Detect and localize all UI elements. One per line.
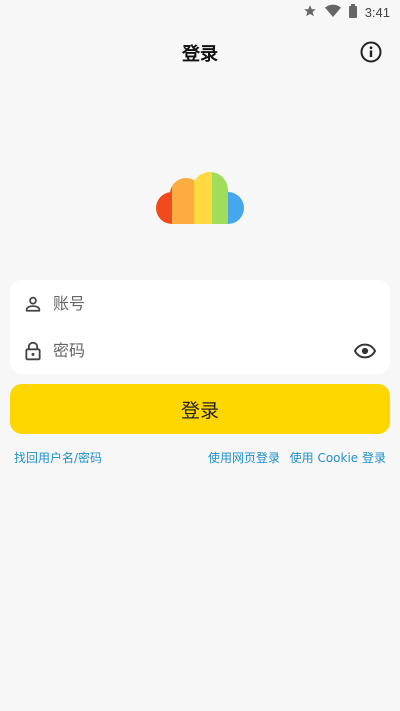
password-input[interactable] bbox=[53, 335, 354, 366]
status-time: 3:41 bbox=[364, 4, 390, 20]
toggle-password-visibility-button[interactable] bbox=[354, 340, 376, 362]
app-logo bbox=[156, 172, 244, 228]
account-row bbox=[10, 280, 390, 327]
star-icon bbox=[303, 3, 317, 22]
web-login-link[interactable]: 使用网页登录 bbox=[208, 449, 280, 466]
status-bar: 3:41 bbox=[0, 0, 400, 24]
lock-icon bbox=[23, 341, 43, 361]
login-options: 找回用户名/密码 使用网页登录 使用 Cookie 登录 bbox=[14, 449, 386, 465]
info-icon bbox=[360, 41, 382, 63]
recover-account-link[interactable]: 找回用户名/密码 bbox=[14, 449, 102, 466]
cookie-login-link[interactable]: 使用 Cookie 登录 bbox=[290, 449, 386, 466]
info-button[interactable] bbox=[360, 41, 382, 63]
eye-icon bbox=[354, 343, 376, 358]
login-button[interactable]: 登录 bbox=[10, 384, 390, 434]
cloud-logo bbox=[156, 172, 244, 224]
person-icon bbox=[23, 294, 43, 314]
account-input[interactable] bbox=[53, 288, 390, 319]
app-bar: 登录 bbox=[0, 36, 400, 68]
login-form bbox=[10, 280, 390, 374]
page-title: 登录 bbox=[182, 44, 218, 65]
battery-icon bbox=[348, 3, 357, 22]
wifi-icon bbox=[324, 3, 341, 22]
password-row bbox=[10, 327, 390, 374]
